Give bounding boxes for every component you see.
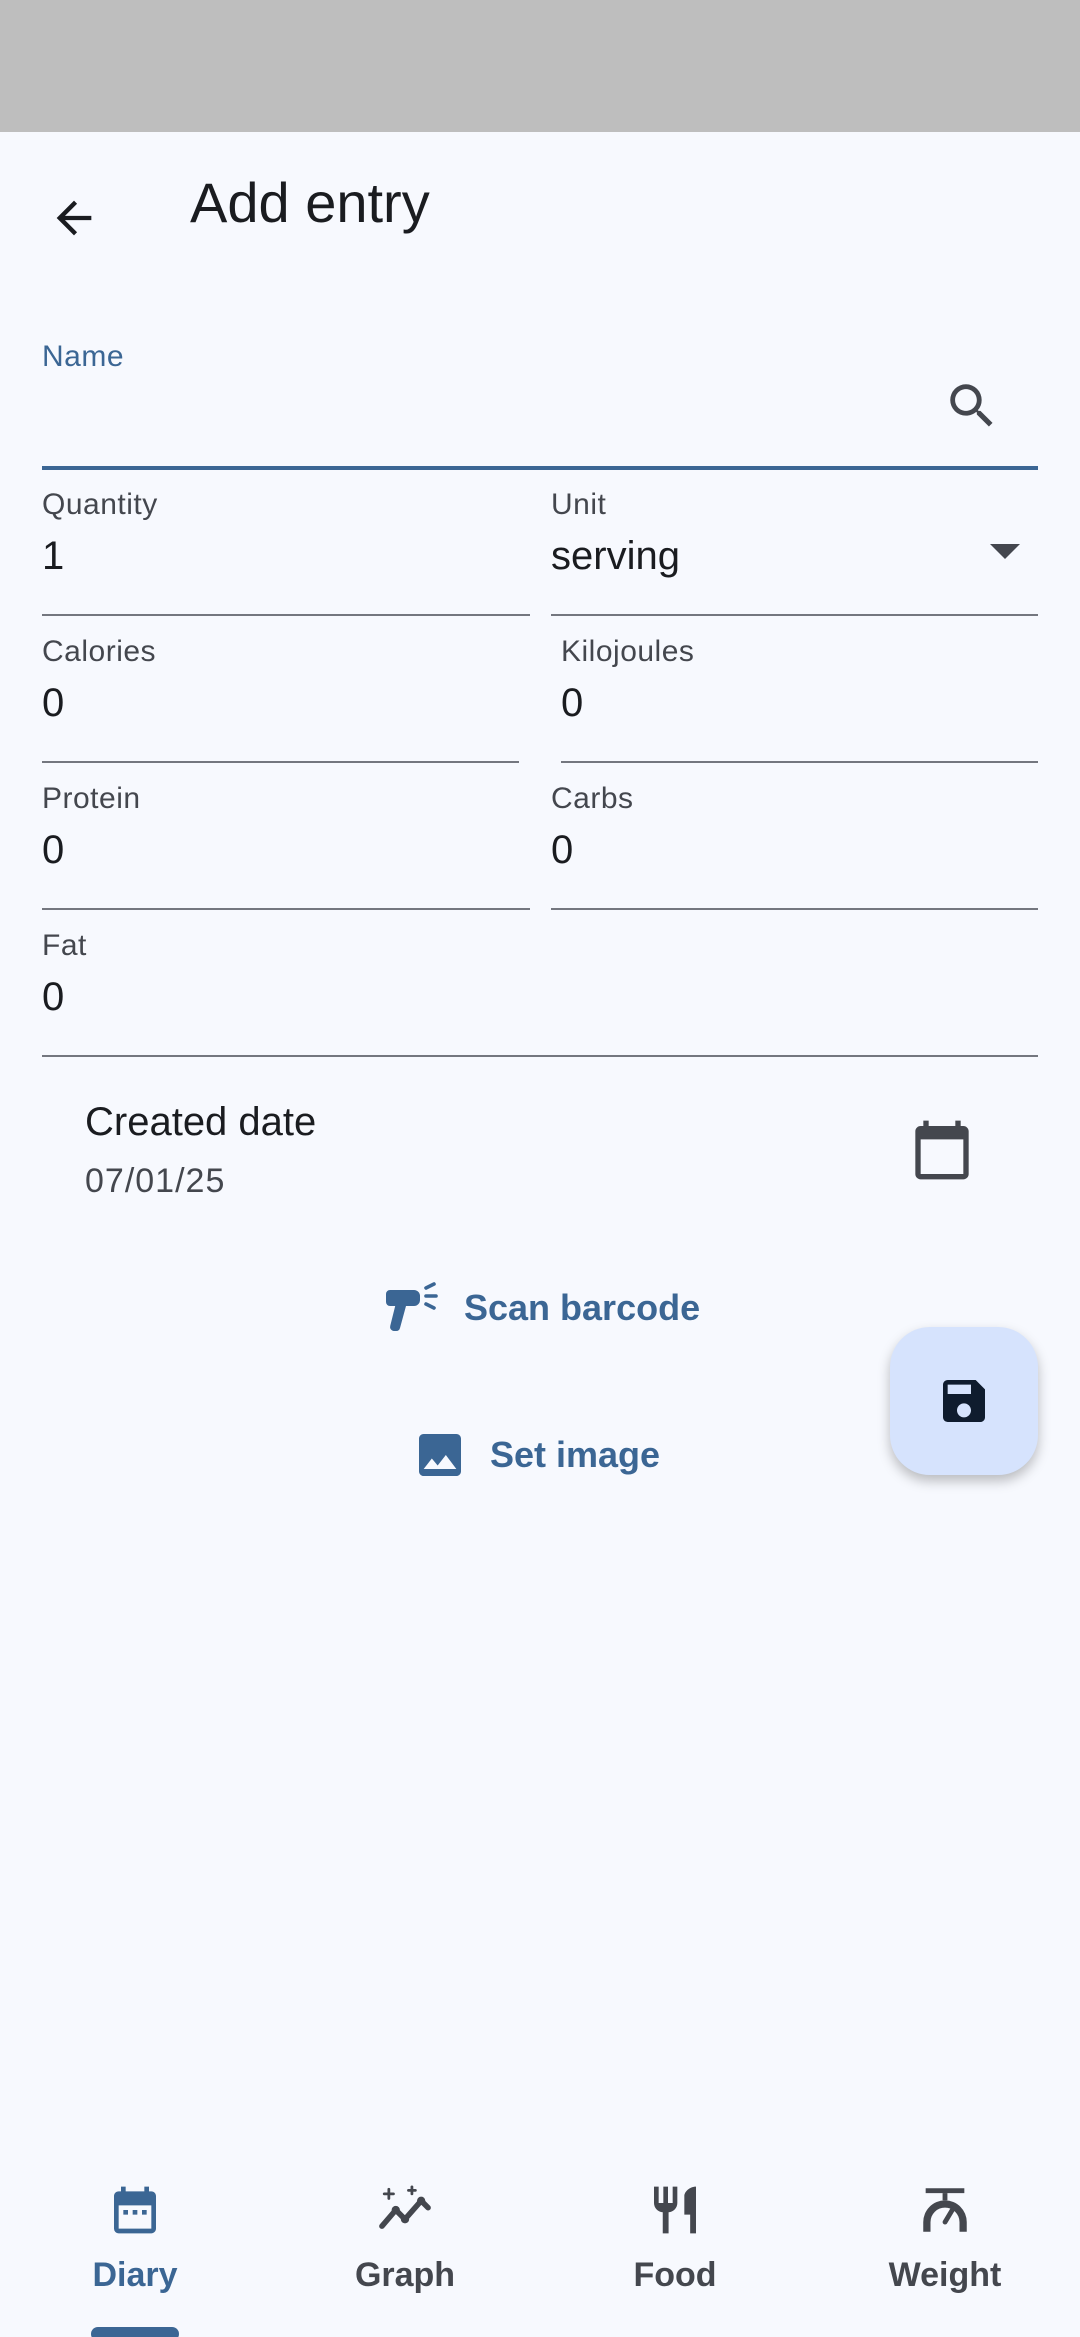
nav-label-weight: Weight — [888, 2256, 1002, 2294]
quantity-underline — [42, 614, 530, 616]
nav-label-food: Food — [633, 2256, 717, 2294]
quantity-field[interactable]: Quantity 1 — [42, 488, 530, 616]
image-icon — [412, 1427, 468, 1483]
created-date-label: Created date — [85, 1100, 317, 1144]
save-fab[interactable] — [890, 1327, 1038, 1475]
date-picker-button[interactable] — [906, 1114, 978, 1186]
carbs-input[interactable]: 0 — [551, 828, 573, 873]
created-date-row[interactable]: Created date 07/01/25 — [0, 1090, 1080, 1230]
unit-underline — [551, 614, 1038, 616]
quantity-label: Quantity — [42, 488, 158, 521]
protein-label: Protein — [42, 782, 141, 815]
status-bar — [0, 0, 1080, 132]
calories-input[interactable]: 0 — [42, 681, 64, 726]
created-date-value: 07/01/25 — [85, 1162, 226, 1200]
fat-input[interactable]: 0 — [42, 975, 64, 1020]
calendar-icon — [0, 2178, 270, 2242]
nav-label-graph: Graph — [354, 2256, 456, 2294]
arrow-back-icon — [56, 200, 92, 236]
scan-barcode-button[interactable]: Scan barcode — [382, 1280, 700, 1336]
protein-input[interactable]: 0 — [42, 828, 64, 873]
barcode-scanner-icon — [382, 1280, 442, 1336]
kilojoules-input[interactable]: 0 — [561, 681, 583, 726]
active-tab-indicator — [91, 2327, 179, 2337]
fat-underline — [42, 1055, 1038, 1057]
nav-item-food[interactable]: Food — [540, 2150, 810, 2337]
name-field[interactable]: Name — [42, 340, 1038, 470]
quantity-input[interactable]: 1 — [42, 534, 64, 579]
carbs-label: Carbs — [551, 782, 634, 815]
fat-label: Fat — [42, 929, 87, 962]
kilojoules-field[interactable]: Kilojoules 0 — [561, 635, 1038, 763]
fat-field[interactable]: Fat 0 — [42, 929, 1038, 1057]
dropdown-arrow-icon — [990, 544, 1020, 559]
graph-icon — [270, 2178, 540, 2242]
unit-label: Unit — [551, 488, 607, 521]
set-image-button[interactable]: Set image — [412, 1427, 660, 1483]
utensils-icon — [540, 2178, 810, 2242]
calories-field[interactable]: Calories 0 — [42, 635, 519, 763]
protein-underline — [42, 908, 530, 910]
scale-icon — [810, 2178, 1080, 2242]
scan-barcode-label: Scan barcode — [464, 1287, 701, 1328]
page-title: Add entry — [190, 171, 430, 234]
unit-dropdown[interactable]: Unit serving — [551, 488, 1038, 616]
nav-item-graph[interactable]: Graph — [270, 2150, 540, 2337]
kilojoules-label: Kilojoules — [561, 635, 695, 668]
kilojoules-underline — [561, 761, 1038, 763]
search-button[interactable] — [936, 370, 1008, 442]
app-bar: Add entry — [0, 132, 1080, 278]
carbs-field[interactable]: Carbs 0 — [551, 782, 1038, 910]
calendar-icon — [915, 1120, 969, 1180]
name-label: Name — [42, 340, 125, 373]
calories-underline — [42, 761, 519, 763]
calories-label: Calories — [42, 635, 157, 668]
unit-value: serving — [551, 534, 680, 578]
set-image-label: Set image — [490, 1434, 661, 1475]
nav-item-weight[interactable]: Weight — [810, 2150, 1080, 2337]
name-underline — [42, 466, 1038, 470]
search-icon — [950, 384, 993, 427]
carbs-underline — [551, 908, 1038, 910]
nav-item-diary[interactable]: Diary — [0, 2150, 270, 2337]
save-icon — [943, 1380, 985, 1422]
bottom-navigation: Diary Graph Food Weight — [0, 2150, 1080, 2337]
back-button[interactable] — [30, 174, 118, 262]
protein-field[interactable]: Protein 0 — [42, 782, 530, 910]
nav-label-diary: Diary — [92, 2256, 178, 2294]
